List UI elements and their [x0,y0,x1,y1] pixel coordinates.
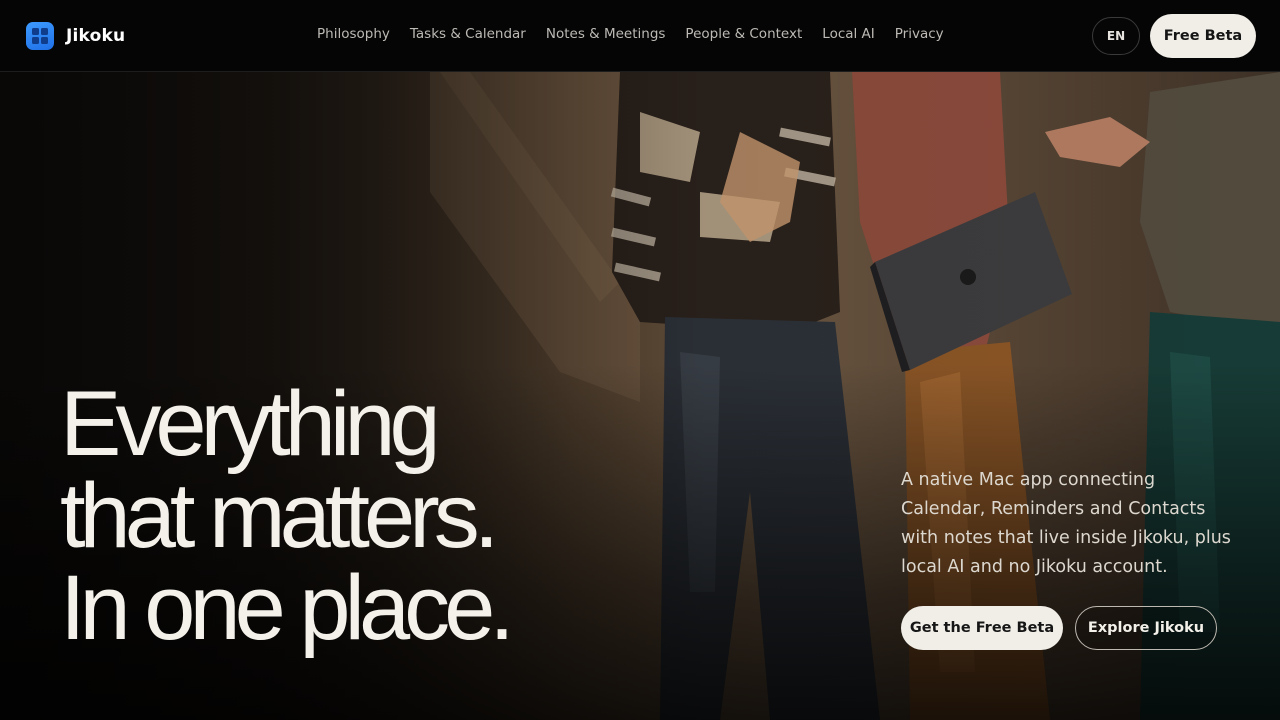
hero-headline: Everything that matters. In one place. [60,373,515,659]
nav-link-philosophy[interactable]: Philosophy [317,26,390,42]
nav-link-tasks-calendar[interactable]: Tasks & Calendar [410,26,526,42]
headline-line-1: Everything [60,373,441,475]
language-switcher[interactable]: EN [1092,17,1140,55]
brand-name: Jikoku [66,26,126,46]
get-free-beta-button[interactable]: Get the Free Beta [901,606,1063,650]
hero-description: A native Mac app connecting Calendar, Re… [901,470,1231,577]
explore-jikoku-button[interactable]: Explore Jikoku [1075,606,1217,650]
headline-line-2: that matters. [60,465,499,567]
header-free-beta-button[interactable]: Free Beta [1150,14,1256,58]
site-header: Jikoku Philosophy Tasks & Calendar Notes… [0,0,1280,72]
hero-section: Everything that matters. In one place. A… [0,72,1280,720]
main-nav: Philosophy Tasks & Calendar Notes & Meet… [317,26,944,42]
calendar-grid-icon [26,22,54,50]
nav-link-local-ai[interactable]: Local AI [822,26,875,42]
nav-link-notes-meetings[interactable]: Notes & Meetings [546,26,666,42]
nav-link-privacy[interactable]: Privacy [895,26,944,42]
nav-link-people-context[interactable]: People & Context [685,26,802,42]
headline-line-3: In one place. [60,557,515,659]
brand-link[interactable]: Jikoku [26,22,125,50]
